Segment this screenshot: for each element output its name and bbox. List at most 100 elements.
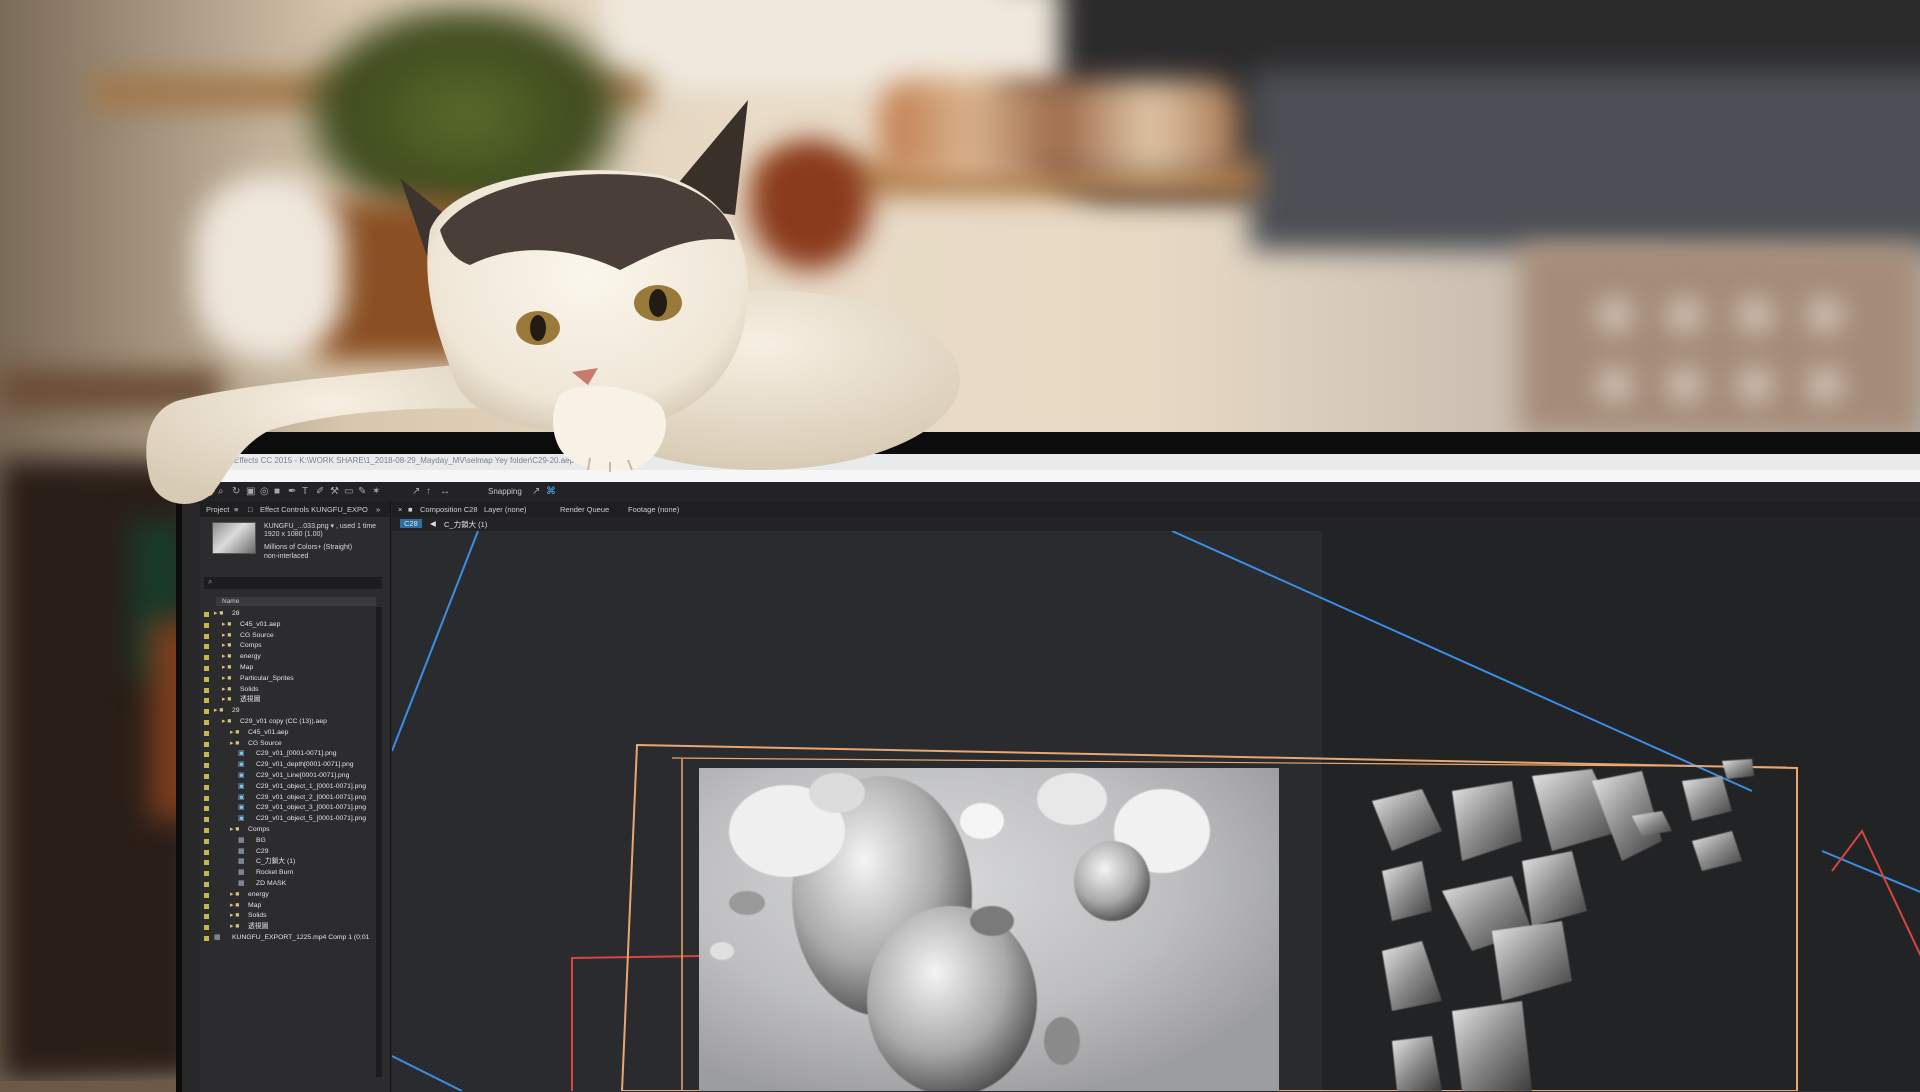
project-list-item[interactable]: ▸ ■ Comps — [200, 641, 386, 652]
project-list-item[interactable]: ▸ ■ C29_v01 copy (CC (13)).aep — [200, 717, 386, 728]
mask-tool-icon[interactable]: ■ — [274, 486, 280, 497]
project-list-item[interactable]: ▸ ■ Map — [200, 663, 386, 674]
label-color-swatch[interactable] — [204, 763, 209, 769]
pan-behind-tool-icon[interactable]: ◎ — [260, 486, 269, 497]
snapping-label[interactable]: Snapping — [488, 487, 522, 496]
label-color-swatch[interactable] — [204, 612, 209, 617]
project-list-item[interactable]: ▸ ■ Comps — [200, 825, 386, 836]
project-list-item[interactable]: ▸ ■ C45_v01.aep — [200, 620, 386, 631]
project-list-item[interactable]: ▸ ■ Solids — [200, 911, 386, 922]
project-list-item[interactable]: ▸ ■ Map — [200, 901, 386, 912]
clone-stamp-tool-icon[interactable]: ⚒ — [330, 486, 339, 497]
label-color-swatch[interactable] — [204, 730, 209, 736]
label-color-swatch[interactable] — [204, 806, 209, 812]
active-comp-badge[interactable]: C28 — [400, 519, 422, 528]
label-color-swatch[interactable] — [204, 709, 209, 715]
breadcrumb[interactable]: C_力鎖大 (1) — [444, 519, 487, 530]
panel-overflow-icon[interactable]: » — [376, 505, 380, 514]
composition-lock-icon[interactable]: ■ — [408, 505, 413, 514]
lock-icon[interactable]: □ — [248, 505, 253, 514]
axis-local-icon[interactable]: ↗ — [412, 486, 420, 497]
composition-viewer[interactable] — [392, 531, 1920, 1092]
label-color-swatch[interactable] — [204, 936, 209, 941]
project-list-item[interactable]: ▦ C29 — [200, 847, 386, 858]
label-color-swatch[interactable] — [204, 752, 209, 758]
label-color-swatch[interactable] — [204, 741, 209, 747]
type-tool-icon[interactable]: T — [302, 486, 308, 497]
close-icon[interactable]: × — [398, 505, 402, 514]
project-list-item[interactable]: ▸ ■ Solids — [200, 685, 386, 696]
project-list-item[interactable]: ▸ ■ 28 — [200, 609, 386, 620]
label-color-swatch[interactable] — [204, 892, 209, 898]
label-color-swatch[interactable] — [204, 903, 209, 909]
label-color-swatch[interactable] — [204, 828, 209, 833]
project-list-item[interactable]: ▣ C29_v01_object_3_[0001-0071].png — [200, 803, 386, 814]
tab-render-queue[interactable]: Render Queue — [560, 505, 609, 514]
axis-world-icon[interactable]: ↑ — [426, 486, 431, 497]
tab-layer[interactable]: Layer (none) — [484, 505, 527, 514]
label-color-swatch[interactable] — [204, 795, 209, 801]
label-color-swatch[interactable] — [204, 676, 209, 682]
project-list-item[interactable]: ▦ ZD MASK — [200, 879, 386, 890]
label-color-swatch[interactable] — [204, 774, 209, 779]
project-list-item[interactable]: ▸ ■ 透視圖 — [200, 695, 386, 706]
project-list-item[interactable]: ▣ C29_v01_object_5_[0001-0071].png — [200, 814, 386, 825]
project-list-item[interactable]: ▦ BG — [200, 836, 386, 847]
project-list-item[interactable]: ▣ C29_v01_object_2_[0001-0071].png — [200, 793, 386, 804]
pen-tool-icon[interactable]: ✒ — [288, 486, 296, 497]
project-list-item[interactable]: ▸ ■ C45_v01.aep — [200, 728, 386, 739]
tab-composition[interactable]: Composition C28 — [420, 505, 478, 514]
project-list-item[interactable]: ▸ ■ CG Source — [200, 631, 386, 642]
axis-view-icon[interactable]: ↔ — [440, 486, 450, 497]
folder-icon: ▸ ■ — [222, 718, 232, 725]
hand-tool-icon[interactable]: ✋ — [204, 486, 216, 497]
label-color-swatch[interactable] — [204, 925, 209, 931]
project-list-item[interactable]: ▦ C_力鎖大 (1) — [200, 857, 386, 868]
project-list-item[interactable]: ▸ ■ 29 — [200, 706, 386, 717]
project-list-item[interactable]: ▦ Rocket Burn — [200, 868, 386, 879]
label-color-swatch[interactable] — [204, 817, 209, 823]
project-list-item[interactable]: ▸ ■ 透視圖 — [200, 922, 386, 933]
project-scrollbar[interactable] — [376, 607, 382, 1077]
camera-tool-icon[interactable]: ▣ — [246, 486, 255, 497]
project-list-item[interactable]: ▣ C29_v01_[0001-0071].png — [200, 749, 386, 760]
zoom-tool-icon[interactable]: ⌕ — [218, 486, 224, 497]
label-color-swatch[interactable] — [204, 622, 209, 628]
label-color-swatch[interactable] — [204, 871, 209, 877]
label-color-swatch[interactable] — [204, 655, 209, 661]
eraser-tool-icon[interactable]: ▭ — [344, 486, 353, 497]
project-list-item[interactable]: ▸ ■ CG Source — [200, 739, 386, 750]
label-color-swatch[interactable] — [204, 849, 209, 855]
panel-menu-icon[interactable]: ≡ — [234, 505, 238, 514]
label-color-swatch[interactable] — [204, 838, 209, 844]
selection-tool-icon[interactable]: ▸ — [190, 486, 195, 497]
label-color-swatch[interactable] — [204, 914, 209, 920]
project-list-item[interactable]: ▣ C29_v01_Line[0001-0071].png — [200, 771, 386, 782]
snapping-icon[interactable]: ↗ — [532, 486, 540, 497]
label-color-swatch[interactable] — [204, 633, 209, 639]
project-list-item[interactable]: ▣ C29_v01_object_1_[0001-0071].png — [200, 782, 386, 793]
tab-footage[interactable]: Footage (none) — [628, 505, 679, 514]
rotate-tool-icon[interactable]: ↻ — [232, 486, 240, 497]
label-color-swatch[interactable] — [204, 860, 209, 866]
project-search-input[interactable]: ⌕ — [204, 577, 382, 589]
project-list-item[interactable]: ▦ KUNGFU_EXPORT_1225.mp4 Comp 1 (0;01 — [200, 933, 386, 944]
name-column-header[interactable]: Name — [216, 597, 376, 606]
tab-project[interactable]: Project — [206, 505, 229, 514]
label-color-swatch[interactable] — [204, 666, 209, 671]
roto-brush-tool-icon[interactable]: ✎ — [358, 486, 366, 497]
project-list-item[interactable]: ▸ ■ energy — [200, 890, 386, 901]
brush-tool-icon[interactable]: ✐ — [316, 486, 324, 497]
project-list-item[interactable]: ▸ ■ energy — [200, 652, 386, 663]
puppet-tool-icon[interactable]: ✶ — [372, 486, 380, 497]
label-color-swatch[interactable] — [204, 882, 209, 887]
project-list-item[interactable]: ▸ ■ Particular_Sprites — [200, 674, 386, 685]
label-color-swatch[interactable] — [204, 784, 209, 790]
project-list-item[interactable]: ▣ C29_v01_depth[0001-0071].png — [200, 760, 386, 771]
label-color-swatch[interactable] — [204, 687, 209, 693]
tab-effect-controls[interactable]: Effect Controls KUNGFU_EXPO — [260, 505, 368, 514]
label-color-swatch[interactable] — [204, 698, 209, 704]
snap-options-icon[interactable]: ⌘ — [546, 486, 556, 497]
label-color-swatch[interactable] — [204, 720, 209, 725]
label-color-swatch[interactable] — [204, 644, 209, 650]
